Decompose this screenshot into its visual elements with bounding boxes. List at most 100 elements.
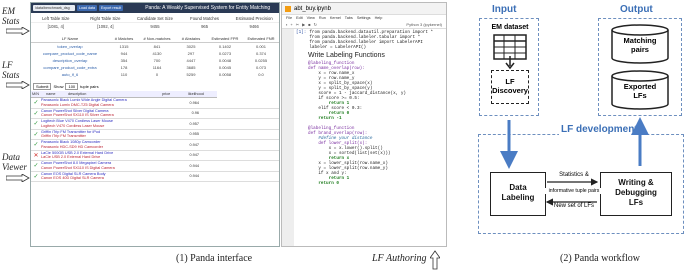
lf-row: token_overlap 1315 841 3025 0.1402 0.001 (31, 43, 279, 50)
menu-item[interactable]: View (307, 16, 315, 20)
menu-item[interactable]: Settings (357, 16, 371, 20)
export-result-button[interactable]: Export result (99, 5, 124, 11)
table-row[interactable]: ✓ Canon PowerShot Silver Digital Camera Ca… (31, 109, 279, 119)
tuple-description: LaCie 500GB USB 2.0 External Hard Drive L… (41, 151, 157, 160)
right-tuple: Canon PowerShot SX110 IS Digital Camera (41, 165, 115, 170)
match-check-icon[interactable]: ✓ (31, 120, 41, 127)
load-data-button[interactable]: Load data (77, 5, 97, 11)
match-check-icon[interactable]: ✓ (31, 162, 41, 169)
likelihood-cell: 0.964 (189, 100, 199, 105)
table-row[interactable]: ✓ Panasonic Black Lumix Wide Angle Digita… (31, 98, 279, 109)
match-check-icon[interactable]: ✓ (31, 110, 41, 117)
lf-stat-cell: 944 (120, 51, 128, 56)
em-stats-label: EM Stats (2, 6, 20, 26)
submit-button[interactable]: Submit (33, 83, 52, 90)
viewer-controls: Submit Show 100 tuple pairs (31, 82, 279, 91)
lf-stat-cell: 841 (153, 44, 161, 49)
likelihood-cell: 0.944 (189, 174, 199, 179)
em-stats-table: Left Table Size Right Table Size Candidate… (31, 15, 279, 30)
panda-toolbar: /data/benchmark_dsg Load data Export res… (31, 3, 279, 13)
lf-code-cell[interactable]: @labeling_function def name_overlap(row):… (308, 61, 444, 186)
table-row[interactable]: ✓ Canon EOS Digital SLR Camera Body Canon … (31, 172, 279, 182)
lf-row: compare_product_code_name 944 4130 297 0.027… (31, 50, 279, 57)
lf-stat-cell: 0.0 (258, 72, 264, 77)
add-cell-icon[interactable]: + (290, 22, 292, 27)
stop-icon[interactable]: ■ (308, 22, 310, 27)
notebook-cells: [1]: from panda.backend.datautil.prepara… (296, 30, 444, 246)
notebook-sidebar (282, 29, 294, 246)
restart-icon[interactable]: ↻ (314, 22, 317, 27)
menu-item[interactable]: Kernel (330, 16, 341, 20)
lf-row: description_overlap 354 700 4447 0.0048 0.025… (31, 57, 279, 64)
kernel-name[interactable]: Python 3 (ipykernel) (406, 22, 442, 27)
data-viewer-table: M/N name description price likelihood ✓ Panas… (31, 91, 279, 182)
nonmatch-cross-icon[interactable]: ✕ (31, 152, 41, 159)
match-check-icon[interactable]: ✓ (31, 99, 41, 106)
lf-stat-cell: 0.374 (255, 51, 266, 56)
tuple-description: Logitech Blue V470 Cordless Laser Mouse L… (41, 119, 157, 128)
tuple-description: Canon EOS Digital SLR Camera Body Canon E… (41, 172, 157, 181)
viewer-header-cell: description (67, 91, 161, 98)
cell-prompt: [1]: (296, 30, 307, 35)
match-check-icon[interactable]: ✓ (31, 131, 41, 138)
lf-name-link[interactable]: description_overlap (31, 57, 109, 64)
lf-stat-cell: 0.073 (255, 65, 266, 70)
stats-value-cell: 9466 (229, 22, 279, 30)
menu-item[interactable]: File (286, 16, 292, 20)
import-cell[interactable]: from panda.backend.datautil.preparation … (309, 30, 433, 50)
tuple-description: Canon PowerShot 8.0 Megapixel Camera Cano… (41, 161, 157, 170)
lf-stat-cell: 700 (153, 58, 161, 63)
lf-name-link[interactable]: auto_lf_6 (31, 71, 109, 78)
table-row[interactable]: ✓ Logitech Blue V470 Cordless Laser Mouse… (31, 119, 279, 130)
lf-stat-cell: 0.0048 (218, 58, 232, 63)
table-row[interactable]: ✕ LaCie 500GB USB 2.0 External Hard Drive… (31, 151, 279, 161)
lf-header-cell: # Abstains (175, 35, 207, 43)
lf-name-link[interactable]: token_overlap (31, 43, 109, 50)
lf-stat-cell: 0 (155, 72, 159, 77)
lf-name-link[interactable]: compare_product_code_extra (31, 64, 109, 71)
lf-name-link[interactable]: compare_product_code_name (31, 50, 109, 57)
dataset-path-input[interactable]: /data/benchmark_dsg (33, 5, 75, 11)
menu-item[interactable]: Edit (296, 16, 303, 20)
stats-header-cell: Right Table Size (90, 16, 121, 21)
stats-header-cell: Left Table Size (42, 16, 70, 21)
lf-row: compare_product_code_extra 178 1164 3685 0.0… (31, 64, 279, 71)
menu-item[interactable]: Tabs (345, 16, 353, 20)
lf-stat-cell: 0.0058 (218, 72, 232, 77)
stats-value-cell: 965 (179, 22, 230, 30)
lf-stat-cell: 3025 (186, 44, 196, 49)
lf-stat-cell: 0.0273 (218, 51, 232, 56)
right-tuple: LaCie USB 2.0 External Hard Drive (41, 155, 101, 160)
show-label: Show (53, 84, 64, 89)
stats-arrow-label: Statistics & (559, 172, 589, 178)
likelihood-cell: 0.947 (189, 142, 199, 147)
notebook-toolbar: ▪ + ✂ ▶ ■ ↻ Python 3 (ipykernel) (282, 21, 446, 29)
count-select[interactable]: 100 (65, 83, 79, 90)
match-check-icon[interactable]: ✓ (31, 141, 41, 148)
table-row[interactable]: ✓ Panasonic Black 1080p Camcorder Panasoni… (31, 140, 279, 151)
code-line: labeler = LabelerAPI() (309, 45, 367, 50)
lf-stat-cell: 178 (120, 65, 128, 70)
lf-header-cell: # Non-matches (139, 35, 175, 43)
notebook-tab[interactable]: abt_buy.ipynb (282, 3, 446, 15)
lf-stat-cell: 3685 (186, 65, 196, 70)
save-icon[interactable]: ▪ (286, 22, 287, 27)
lf-stat-cell: 1315 (119, 44, 129, 49)
right-tuple: Panasonic Lumix DMC-TZ5 Digital Camera (41, 102, 114, 107)
cut-icon[interactable]: ✂ (296, 22, 299, 27)
lf-stat-cell: 0.0255 (254, 58, 268, 63)
menu-item[interactable]: Help (375, 16, 383, 20)
caption-lf-authoring: LF Authoring (372, 253, 427, 264)
stats-value-cell: [1081, 4] (31, 22, 81, 30)
lf-stats-arrow-icon (6, 81, 30, 89)
lf-stat-cell: 0.0045 (218, 65, 232, 70)
lf-stat-cell: 4130 (152, 51, 162, 56)
run-icon[interactable]: ▶ (302, 22, 305, 27)
table-row[interactable]: ✓ Canon PowerShot 8.0 Megapixel Camera Can… (31, 161, 279, 172)
menu-item[interactable]: Run (319, 16, 326, 20)
right-tuple: Panasonic HDC-SD9 HD Camcorder (41, 144, 104, 149)
table-row[interactable]: ✓ Griffin iTrip FM Transmitter for iPod Gr… (31, 130, 279, 140)
tuple-description: Panasonic Black Lumix Wide Angle Digital… (41, 98, 157, 107)
match-check-icon[interactable]: ✓ (31, 173, 41, 180)
lf-header-cell: # Matches (109, 35, 139, 43)
